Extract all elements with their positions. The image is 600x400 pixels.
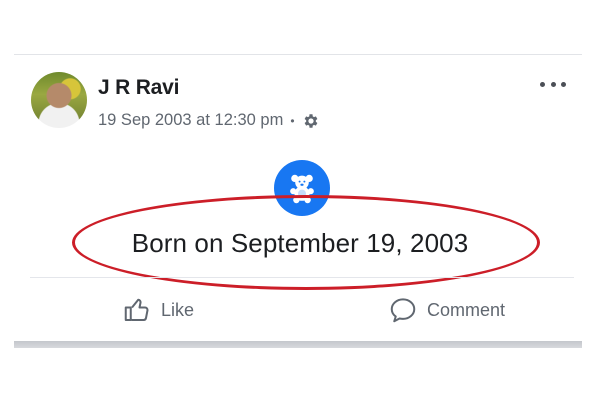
comment-label: Comment xyxy=(427,299,506,320)
card-bottom-bar xyxy=(14,341,582,348)
action-divider xyxy=(30,277,574,278)
more-options-icon[interactable] xyxy=(540,79,566,89)
like-icon xyxy=(124,298,149,321)
post-timestamp[interactable]: 19 Sep 2003 at 12:30 pm xyxy=(98,111,283,130)
post-meta: 19 Sep 2003 at 12:30 pm • xyxy=(98,111,320,130)
card-top-divider xyxy=(14,54,582,55)
more-dot xyxy=(540,81,545,87)
avatar[interactable] xyxy=(31,72,87,128)
more-dot xyxy=(550,81,556,87)
comment-button[interactable]: Comment xyxy=(388,290,505,330)
gear-icon[interactable] xyxy=(302,112,320,130)
more-dot xyxy=(561,81,566,87)
life-event-icon-badge xyxy=(274,160,330,216)
like-label: Like xyxy=(161,299,195,320)
comment-icon xyxy=(390,298,416,323)
meta-separator: • xyxy=(290,113,295,128)
author-name[interactable]: J R Ravi xyxy=(98,76,179,100)
teddy-bear-icon xyxy=(290,174,314,204)
like-button[interactable]: Like xyxy=(122,290,194,330)
life-event-text: Born on September 19, 2003 xyxy=(131,228,469,258)
